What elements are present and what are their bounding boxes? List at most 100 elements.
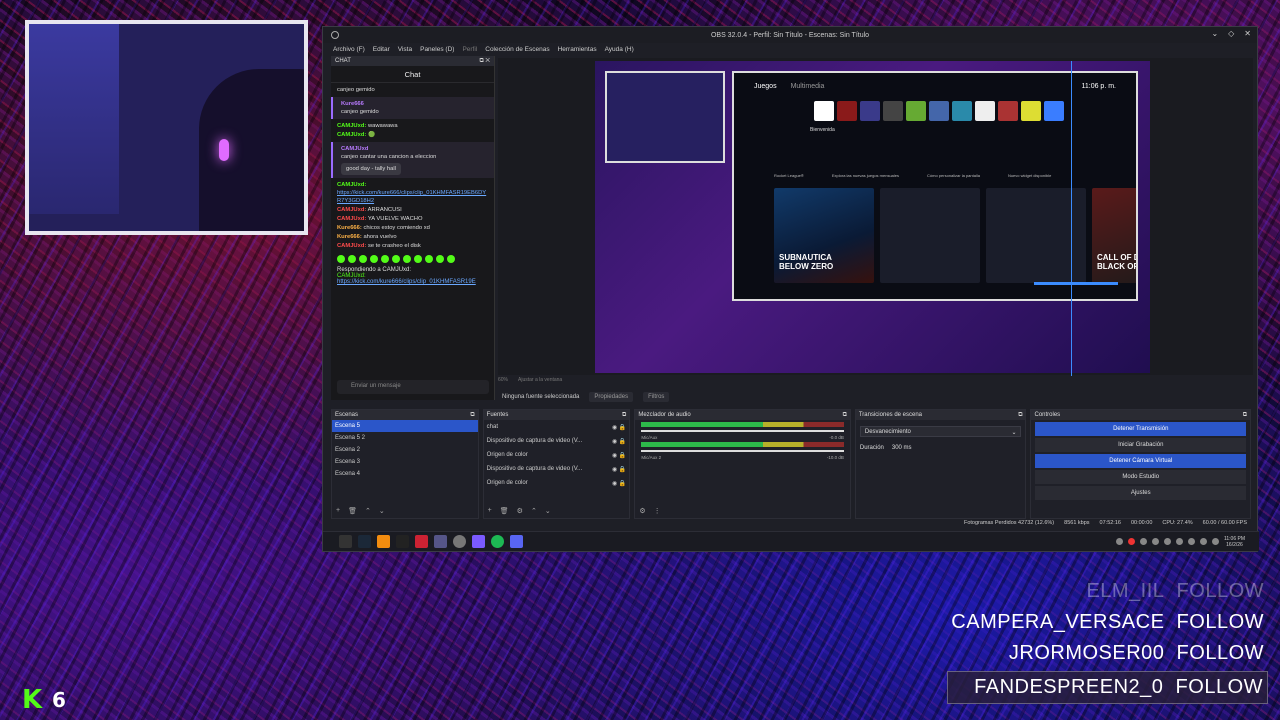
menu-vista[interactable]: Vista	[398, 46, 412, 53]
tray-clock[interactable]: 11:06 PM 16/2/26	[1224, 536, 1245, 548]
emote-icon[interactable]	[337, 255, 345, 263]
preview-area[interactable]: Juegos Multimedia 11:06 p. m. Bienvenida…	[498, 58, 1253, 376]
chat-input[interactable]: Enviar un mensaje	[337, 380, 489, 394]
close-icon[interactable]: ✕	[1244, 29, 1251, 38]
source-item[interactable]: Dispositivo de captura de video (V... ◉ 🔒	[484, 462, 630, 476]
gear-icon[interactable]: ⚙	[517, 507, 523, 515]
emote-icon[interactable]	[414, 255, 422, 263]
game-icon	[814, 101, 834, 121]
source-item[interactable]: Origen de color ◉ 🔒	[484, 476, 630, 490]
preview-canvas[interactable]: Juegos Multimedia 11:06 p. m. Bienvenida…	[595, 61, 1150, 376]
tray-icon[interactable]	[1115, 538, 1123, 545]
remove-icon[interactable]: 🗑	[500, 507, 509, 515]
studio-mode-button[interactable]: Modo Estudio	[1035, 470, 1246, 484]
files-icon[interactable]	[434, 535, 447, 548]
tray-icon[interactable]	[1139, 538, 1147, 545]
visibility-icon[interactable]: ◉ 🔒	[612, 452, 626, 459]
spotify-icon[interactable]	[491, 535, 504, 548]
scene-item[interactable]: Escena 2	[332, 444, 478, 456]
volume-icon[interactable]	[1211, 538, 1219, 545]
tray-icon[interactable]	[1199, 538, 1207, 545]
menu-ayuda[interactable]: Ayuda (H)	[605, 46, 634, 53]
tray-icon[interactable]	[1175, 538, 1183, 545]
maximize-icon[interactable]: ◇	[1228, 29, 1234, 38]
emote-icon[interactable]	[348, 255, 356, 263]
emote-icon[interactable]	[425, 255, 433, 263]
tray-icon[interactable]	[1127, 538, 1135, 545]
visibility-icon[interactable]: ◉ 🔒	[612, 438, 626, 445]
controls-title: Controles	[1034, 412, 1061, 418]
source-item[interactable]: chat ◉ 🔒	[484, 420, 630, 434]
emote-icon[interactable]	[370, 255, 378, 263]
menu-bar: Archivo (F) Editar Vista Paneles (D) Per…	[323, 43, 1257, 55]
app-icon[interactable]	[472, 535, 485, 548]
filters-button[interactable]: Filtros	[643, 392, 670, 402]
more-icon[interactable]: ⋮	[654, 507, 661, 515]
volume-slider[interactable]	[641, 450, 844, 452]
remove-icon[interactable]: 🗑	[348, 507, 357, 515]
visibility-icon[interactable]: ◉ 🔒	[612, 480, 626, 487]
dock-menu-icon[interactable]: ⧉	[1018, 412, 1022, 418]
dock-menu-icon[interactable]: ⧉	[470, 412, 474, 418]
scene-item[interactable]: Escena 4	[332, 468, 478, 480]
start-icon[interactable]	[339, 535, 352, 548]
emote-icon[interactable]	[447, 255, 455, 263]
start-recording-button[interactable]: Iniciar Grabación	[1035, 438, 1246, 452]
audio-meter	[641, 422, 844, 427]
transition-select[interactable]: Desvanecimiento ⌄	[859, 426, 1022, 437]
app-icon[interactable]	[415, 535, 428, 548]
up-icon[interactable]: ⌃	[365, 507, 371, 515]
menu-herramientas[interactable]: Herramientas	[558, 46, 597, 53]
fit-window[interactable]: Ajustar a la ventana	[518, 377, 562, 383]
emote-icon[interactable]	[392, 255, 400, 263]
source-item[interactable]: Origen de color ◉ 🔒	[484, 448, 630, 462]
discord-icon[interactable]	[510, 535, 523, 548]
menu-editar[interactable]: Editar	[373, 46, 390, 53]
tray-icon[interactable]	[1187, 538, 1195, 545]
dock-menu-icon[interactable]: ⧉	[1243, 412, 1247, 418]
reply-link[interactable]: https://kick.com/kure666/clips/clip_01KH…	[337, 279, 488, 285]
source-item[interactable]: Dispositivo de captura de video (V... ◉ 🔒	[484, 434, 630, 448]
emote-icon[interactable]	[381, 255, 389, 263]
properties-button[interactable]: Propiedades	[589, 392, 634, 402]
add-icon[interactable]: +	[488, 507, 492, 515]
up-icon[interactable]: ⌃	[531, 507, 537, 515]
dock-menu-icon[interactable]: ⧉	[843, 412, 847, 418]
gear-icon[interactable]: ⚙	[639, 507, 645, 515]
volume-slider[interactable]	[641, 430, 844, 432]
menu-paneles[interactable]: Paneles (D)	[420, 46, 454, 53]
emote-icon[interactable]	[403, 255, 411, 263]
scene-item[interactable]: Escena 5	[332, 420, 478, 432]
steam-icon[interactable]	[358, 535, 371, 548]
settings-button[interactable]: Ajustes	[1035, 486, 1246, 500]
dock-close-icon[interactable]: ⧉ ✕	[479, 58, 490, 64]
scene-item[interactable]: Escena 5 2	[332, 432, 478, 444]
firefox-icon[interactable]	[377, 535, 390, 548]
chat-message: Kure666 canjeo gemido	[331, 97, 494, 119]
stop-streaming-button[interactable]: Detener Transmisión	[1035, 422, 1246, 436]
emote-icon[interactable]	[359, 255, 367, 263]
down-icon[interactable]: ⌄	[545, 507, 551, 515]
menu-coleccion[interactable]: Colección de Escenas	[485, 46, 549, 53]
emote-bar	[331, 253, 494, 265]
add-icon[interactable]: +	[336, 507, 340, 515]
terminal-icon[interactable]	[396, 535, 409, 548]
menu-perfil[interactable]: Perfil	[462, 46, 477, 53]
visibility-icon[interactable]: ◉ 🔒	[612, 424, 626, 431]
zoom-level[interactable]: 60%	[498, 377, 508, 383]
obs-icon[interactable]	[453, 535, 466, 548]
duration-input[interactable]: 300 ms	[892, 445, 912, 451]
emote-icon[interactable]	[436, 255, 444, 263]
menu-archivo[interactable]: Archivo (F)	[333, 46, 365, 53]
visibility-icon[interactable]: ◉ 🔒	[612, 466, 626, 473]
down-icon[interactable]: ⌄	[379, 507, 385, 515]
console-capture: Juegos Multimedia 11:06 p. m. Bienvenida…	[732, 71, 1138, 301]
minimize-icon[interactable]: ⌄	[1211, 29, 1218, 38]
taskbar: 11:06 PM 16/2/26	[323, 531, 1259, 551]
tray-icon[interactable]	[1163, 538, 1171, 545]
stop-virtualcam-button[interactable]: Detener Cámara Virtual	[1035, 454, 1246, 468]
dock-menu-icon[interactable]: ⧉	[622, 412, 626, 418]
clip-link[interactable]: https://kick.com/kure666/clips/clip_01KH…	[337, 190, 486, 204]
tray-icon[interactable]	[1151, 538, 1159, 545]
scene-item[interactable]: Escena 3	[332, 456, 478, 468]
